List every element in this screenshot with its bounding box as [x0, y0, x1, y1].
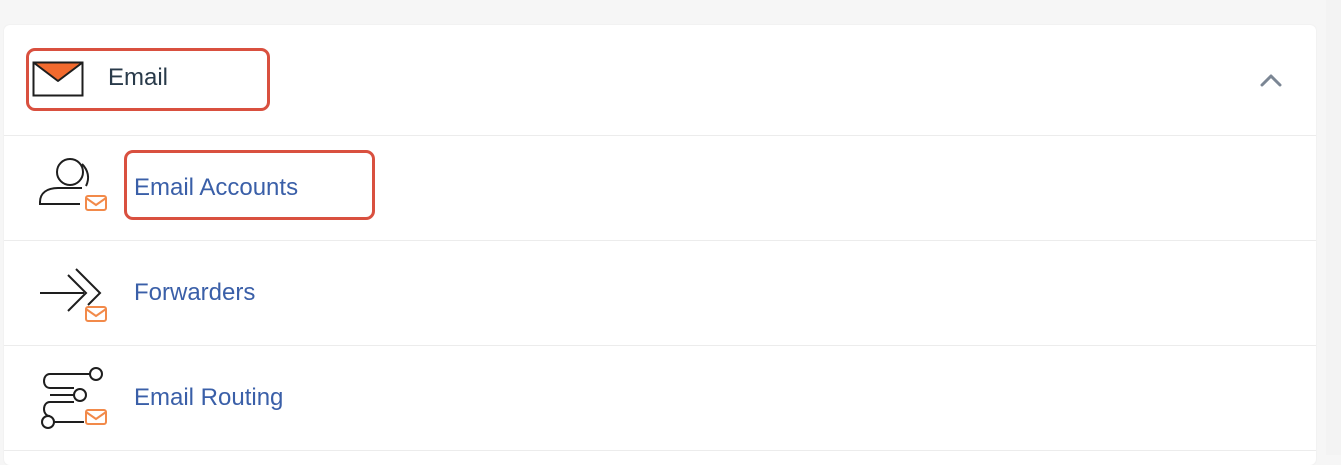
email-accounts-icon — [39, 158, 107, 211]
list-item-email-accounts[interactable]: Email Accounts — [4, 136, 1316, 241]
scrollbar-track[interactable] — [1326, 0, 1341, 455]
list-item-email-routing[interactable]: Email Routing — [4, 346, 1316, 451]
forwarders-link[interactable]: Forwarders — [134, 278, 255, 308]
email-accounts-link[interactable]: Email Accounts — [134, 173, 298, 203]
email-routing-link[interactable]: Email Routing — [134, 383, 283, 413]
email-envelope-icon — [32, 61, 84, 97]
email-routing-icon — [41, 367, 107, 429]
email-section-panel: Email Email Accounts Forwarders Email Ro… — [4, 25, 1316, 465]
list-item-forwarders[interactable]: Forwarders — [4, 241, 1316, 346]
section-title: Email — [108, 64, 169, 91]
forwarders-icon — [40, 268, 107, 322]
chevron-up-icon[interactable] — [1256, 65, 1286, 95]
section-header[interactable]: Email — [4, 25, 1316, 136]
